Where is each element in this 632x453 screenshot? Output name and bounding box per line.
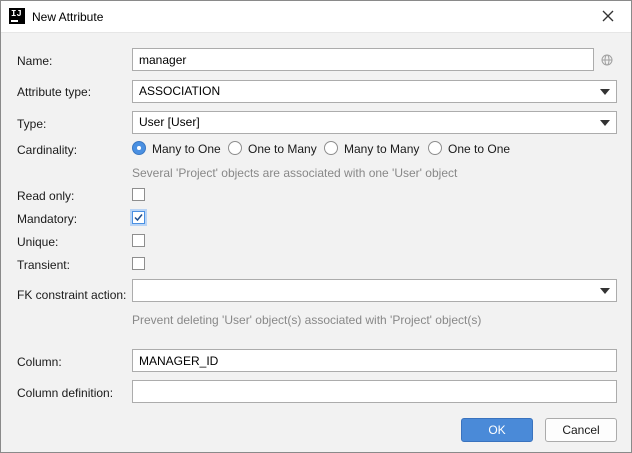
- read-only-checkbox[interactable]: [132, 188, 145, 201]
- radio-unselected-icon: [324, 141, 338, 155]
- attribute-type-select[interactable]: ASSOCIATION: [132, 80, 617, 103]
- fk-constraint-label: FK constraint action:: [17, 288, 127, 302]
- dialog-window: IJ New Attribute Name: Attribute type: A…: [0, 0, 632, 453]
- name-label: Name:: [17, 54, 53, 68]
- column-definition-label: Column definition:: [17, 386, 114, 400]
- radio-label: Many to One: [152, 142, 221, 156]
- localization-globe-icon[interactable]: [601, 54, 613, 66]
- ok-button[interactable]: OK: [461, 418, 533, 442]
- fk-constraint-hint: Prevent deleting 'User' object(s) associ…: [132, 313, 482, 327]
- transient-checkbox[interactable]: [132, 257, 145, 270]
- attribute-type-label: Attribute type:: [17, 85, 92, 99]
- chevron-down-icon: [600, 89, 610, 95]
- intellij-app-icon: IJ: [9, 8, 25, 24]
- column-label: Column:: [17, 355, 62, 369]
- type-label: Type:: [17, 117, 47, 131]
- attribute-type-value: ASSOCIATION: [139, 84, 221, 98]
- radio-unselected-icon: [428, 141, 442, 155]
- dialog-title: New Attribute: [32, 10, 104, 24]
- radio-label: One to One: [448, 142, 511, 156]
- read-only-label: Read only:: [17, 189, 75, 203]
- fk-constraint-select[interactable]: [132, 279, 617, 302]
- unique-checkbox[interactable]: [132, 234, 145, 247]
- close-icon[interactable]: [601, 9, 615, 23]
- title-bar: IJ New Attribute: [1, 1, 631, 33]
- radio-label: Many to Many: [344, 142, 420, 156]
- transient-label: Transient:: [17, 258, 70, 272]
- type-value: User [User]: [139, 115, 200, 129]
- radio-selected-icon: [132, 141, 146, 155]
- chevron-down-icon: [600, 288, 610, 294]
- chevron-down-icon: [600, 120, 610, 126]
- cardinality-label: Cardinality:: [17, 143, 78, 157]
- radio-label: One to Many: [248, 142, 317, 156]
- unique-label: Unique:: [17, 235, 59, 249]
- mandatory-checkbox[interactable]: [132, 211, 145, 224]
- column-definition-input[interactable]: [132, 380, 617, 403]
- name-input[interactable]: [132, 48, 594, 71]
- cardinality-hint: Several 'Project' objects are associated…: [132, 166, 458, 180]
- radio-unselected-icon: [228, 141, 242, 155]
- mandatory-label: Mandatory:: [17, 212, 78, 226]
- checkmark-icon: [134, 214, 143, 222]
- column-input[interactable]: [132, 349, 617, 372]
- type-select[interactable]: User [User]: [132, 111, 617, 134]
- cancel-button[interactable]: Cancel: [545, 418, 617, 442]
